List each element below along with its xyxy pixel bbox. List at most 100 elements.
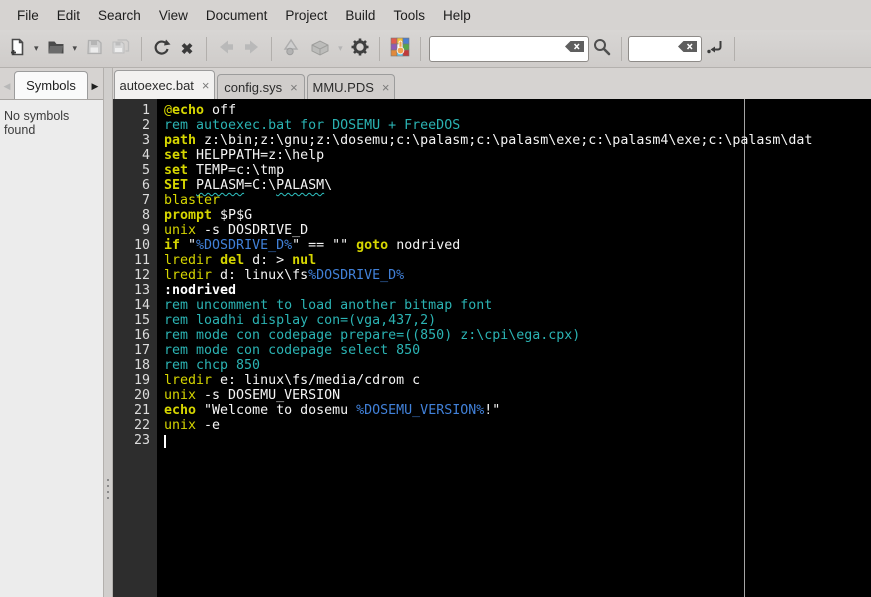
code-line[interactable]: 12 lredir d: linux\fs%DOSDRIVE_D%: [113, 268, 871, 283]
code-line[interactable]: 16 rem mode con codepage prepare=((850) z…: [113, 328, 871, 343]
menu-file[interactable]: File: [8, 4, 48, 27]
no-symbols-message: No symbols found: [4, 109, 70, 137]
code-line[interactable]: 15 rem loadhi display con=(vga,437,2): [113, 313, 871, 328]
menu-tools[interactable]: Tools: [384, 4, 434, 27]
code-line[interactable]: 3 path z:\bin;z:\gnu;z:\dosemu;c:\palasm;…: [113, 133, 871, 148]
splitter-grip-icon: [107, 479, 109, 499]
line-number[interactable]: 9: [113, 223, 157, 238]
line-number[interactable]: 16: [113, 328, 157, 343]
sidebar-tabstrip: ◀ Symbols ▶: [0, 68, 103, 99]
execute-button[interactable]: [347, 34, 373, 64]
line-number[interactable]: 11: [113, 253, 157, 268]
menu-edit[interactable]: Edit: [48, 4, 89, 27]
tab-close-icon[interactable]: ×: [290, 81, 298, 94]
sidebar-splitter[interactable]: [103, 68, 113, 597]
code-line[interactable]: 6 SET PALASM=C:\PALASM\: [113, 178, 871, 193]
line-number[interactable]: 12: [113, 268, 157, 283]
line-number[interactable]: 14: [113, 298, 157, 313]
menu-document[interactable]: Document: [197, 4, 277, 27]
color-chooser-button[interactable]: [386, 34, 414, 64]
tab-symbols[interactable]: Symbols: [14, 71, 88, 99]
save-button[interactable]: [81, 34, 107, 64]
tab-mmu-pds[interactable]: MMU.PDS ×: [307, 74, 395, 99]
toolbar-separator: [141, 36, 143, 61]
line-number[interactable]: 3: [113, 133, 157, 148]
code-line[interactable]: 2 rem autoexec.bat for DOSEMU + FreeDOS: [113, 118, 871, 133]
editor-text-area[interactable]: 1 @echo off 2 rem autoexec.bat for DOSEMU +…: [113, 99, 871, 597]
line-number[interactable]: 23: [113, 433, 157, 448]
tab-close-icon[interactable]: ×: [202, 79, 210, 92]
code-line[interactable]: 22 unix -e: [113, 418, 871, 433]
code-line[interactable]: 9 unix -s DOSDRIVE_D: [113, 223, 871, 238]
menu-search[interactable]: Search: [89, 4, 150, 27]
code-line[interactable]: 14 rem uncomment to load another bitmap f…: [113, 298, 871, 313]
menu-help[interactable]: Help: [434, 4, 480, 27]
toolbar-separator: [419, 36, 421, 61]
menubar: File Edit Search View Document Project B…: [0, 0, 871, 30]
menu-build[interactable]: Build: [336, 4, 384, 27]
open-document-dropdown-caret-icon[interactable]: ▾: [69, 34, 82, 64]
line-number[interactable]: 7: [113, 193, 157, 208]
code-line[interactable]: 18 rem chcp 850: [113, 358, 871, 373]
menu-view[interactable]: View: [150, 4, 197, 27]
line-number[interactable]: 8: [113, 208, 157, 223]
line-number[interactable]: 13: [113, 283, 157, 298]
code-line[interactable]: 13:nodrived: [113, 283, 871, 298]
sidebar-tabs-scroll-right-icon[interactable]: ▶: [88, 73, 102, 99]
code-line[interactable]: 20 unix -s DOSEMU_VERSION: [113, 388, 871, 403]
code-line[interactable]: 7 blaster: [113, 193, 871, 208]
toolbar-separator: [378, 36, 380, 61]
line-number[interactable]: 22: [113, 418, 157, 433]
build-dropdown-caret-icon[interactable]: ▾: [334, 34, 347, 64]
save-all-button[interactable]: [107, 34, 135, 64]
close-document-button[interactable]: ✖: [174, 34, 200, 64]
clear-search-icon[interactable]: [564, 40, 585, 58]
code-line[interactable]: 11 lredir del d: > nul: [113, 253, 871, 268]
navigate-forward-button[interactable]: [239, 34, 265, 64]
navigate-back-button[interactable]: [213, 34, 239, 64]
toolbar-separator: [206, 36, 208, 61]
code-line[interactable]: 17 rem mode con codepage select 850: [113, 343, 871, 358]
line-number[interactable]: 19: [113, 373, 157, 388]
new-document-button[interactable]: [4, 34, 30, 64]
code-line[interactable]: 4 set HELPPATH=z:\help: [113, 148, 871, 163]
goto-line-input[interactable]: [634, 41, 677, 56]
code-line[interactable]: 10 if "%DOSDRIVE_D%" == "" goto nodrived: [113, 238, 871, 253]
revert-button[interactable]: [148, 34, 174, 64]
line-number[interactable]: 18: [113, 358, 157, 373]
line-number[interactable]: 6: [113, 178, 157, 193]
code-line[interactable]: 8 prompt $P$G: [113, 208, 871, 223]
search-entry: [428, 35, 589, 62]
build-button[interactable]: [306, 34, 334, 64]
magnifier-icon: [592, 37, 612, 60]
search-button[interactable]: [589, 34, 615, 64]
back-arrow-icon: [216, 37, 236, 60]
code-line[interactable]: 19 lredir e: linux\fs/media/cdrom c: [113, 373, 871, 388]
line-number[interactable]: 17: [113, 343, 157, 358]
line-number[interactable]: 4: [113, 148, 157, 163]
line-number[interactable]: 20: [113, 388, 157, 403]
clear-goto-icon[interactable]: [677, 40, 698, 58]
sidebar-tabs-scroll-left-icon[interactable]: ◀: [0, 73, 14, 99]
tab-close-icon[interactable]: ×: [382, 81, 390, 94]
code-line[interactable]: 1 @echo off: [113, 103, 871, 118]
menu-project[interactable]: Project: [276, 4, 336, 27]
compile-button[interactable]: [278, 34, 306, 64]
toolbar-separator: [620, 36, 622, 61]
line-number[interactable]: 21: [113, 403, 157, 418]
tab-config-sys[interactable]: config.sys ×: [217, 74, 305, 99]
new-document-dropdown-caret-icon[interactable]: ▾: [30, 34, 43, 64]
line-number[interactable]: 10: [113, 238, 157, 253]
line-number[interactable]: 2: [113, 118, 157, 133]
line-number[interactable]: 1: [113, 103, 157, 118]
jump-to-line-button[interactable]: [702, 34, 728, 64]
line-number[interactable]: 15: [113, 313, 157, 328]
line-number[interactable]: 5: [113, 163, 157, 178]
code-line[interactable]: 5 set TEMP=c:\tmp: [113, 163, 871, 178]
build-brick-icon: [309, 37, 331, 60]
code-line[interactable]: 23: [113, 433, 871, 448]
search-input[interactable]: [435, 41, 564, 56]
open-document-button[interactable]: [43, 34, 69, 64]
tab-autoexec-bat[interactable]: autoexec.bat ×: [114, 70, 215, 99]
code-line[interactable]: 21 echo "Welcome to dosemu %DOSEMU_VERSIO…: [113, 403, 871, 418]
